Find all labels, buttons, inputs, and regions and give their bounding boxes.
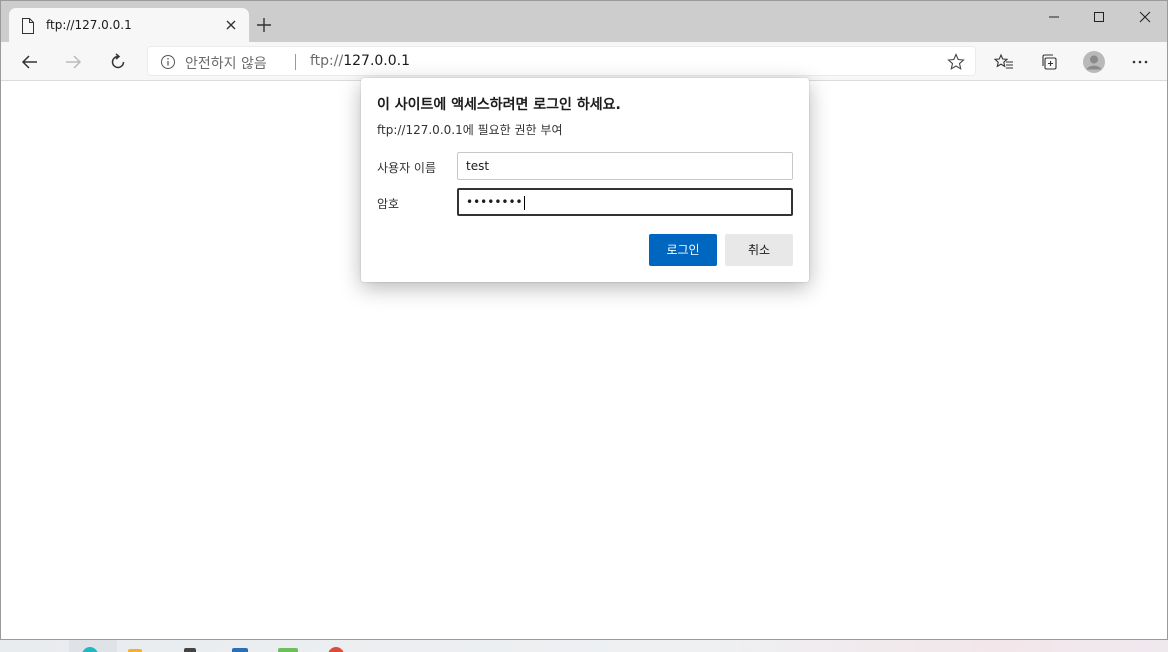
- taskbar: [0, 640, 1168, 652]
- more-icon: [1132, 60, 1148, 64]
- spreadsheet-taskbar-icon[interactable]: [278, 648, 298, 652]
- dialog-subtitle: ftp://127.0.0.1에 필요한 권한 부여: [377, 123, 563, 137]
- more-button[interactable]: [1125, 47, 1155, 77]
- favorites-button[interactable]: [989, 47, 1019, 77]
- login-button[interactable]: 로그인: [649, 234, 717, 266]
- password-field[interactable]: ••••••••: [457, 188, 793, 216]
- login-dialog: 이 사이트에 액세스하려면 로그인 하세요. ftp://127.0.0.1에 …: [361, 78, 809, 282]
- password-value: ••••••••: [466, 195, 523, 209]
- page-icon: [22, 18, 34, 34]
- star-icon[interactable]: [947, 53, 965, 71]
- tab-strip: ftp://127.0.0.1: [1, 1, 1167, 42]
- window-close-button[interactable]: [1122, 1, 1168, 33]
- profile-icon: [1083, 51, 1105, 73]
- phone-taskbar-icon[interactable]: [184, 648, 196, 652]
- profile-button[interactable]: [1079, 47, 1109, 77]
- username-field[interactable]: test: [457, 152, 793, 180]
- forward-icon: [66, 55, 82, 69]
- username-label: 사용자 이름: [377, 161, 437, 175]
- tab-active[interactable]: ftp://127.0.0.1: [9, 8, 249, 42]
- cancel-button[interactable]: 취소: [725, 234, 793, 266]
- info-icon[interactable]: [160, 54, 176, 70]
- url-text[interactable]: ftp://127.0.0.1: [310, 53, 410, 69]
- maximize-button[interactable]: [1076, 1, 1122, 33]
- back-icon: [21, 55, 37, 69]
- minimize-icon: [1049, 16, 1059, 18]
- tab-title: ftp://127.0.0.1: [46, 18, 132, 32]
- toolbar: 안전하지 않음 ftp://127.0.0.1: [1, 42, 1167, 81]
- dialog-title: 이 사이트에 액세스하려면 로그인 하세요.: [377, 97, 621, 113]
- minimize-button[interactable]: [1031, 1, 1077, 33]
- address-separator: [295, 54, 296, 70]
- url-host: 127.0.0.1: [343, 53, 411, 69]
- url-scheme: ftp://: [310, 53, 344, 69]
- forward-button[interactable]: [58, 47, 88, 77]
- plus-icon[interactable]: [255, 16, 273, 34]
- collections-icon: [1042, 54, 1057, 70]
- browser-window: ftp://127.0.0.1 안전하지 않음 ftp://127.0.0.1 …: [0, 0, 1168, 640]
- refresh-icon: [111, 53, 125, 69]
- red-taskbar-icon[interactable]: [328, 647, 344, 652]
- address-bar[interactable]: 안전하지 않음 ftp://127.0.0.1: [147, 46, 976, 76]
- app-taskbar-icon[interactable]: [232, 648, 248, 652]
- security-status[interactable]: 안전하지 않음: [185, 53, 267, 73]
- favorites-icon: [994, 53, 1013, 69]
- password-label: 암호: [377, 197, 400, 211]
- refresh-button[interactable]: [103, 47, 133, 77]
- close-icon[interactable]: [223, 17, 239, 33]
- collections-button[interactable]: [1034, 47, 1064, 77]
- maximize-icon: [1094, 12, 1104, 22]
- back-button[interactable]: [15, 47, 45, 77]
- text-caret: [523, 195, 525, 210]
- close-icon: [1139, 11, 1151, 23]
